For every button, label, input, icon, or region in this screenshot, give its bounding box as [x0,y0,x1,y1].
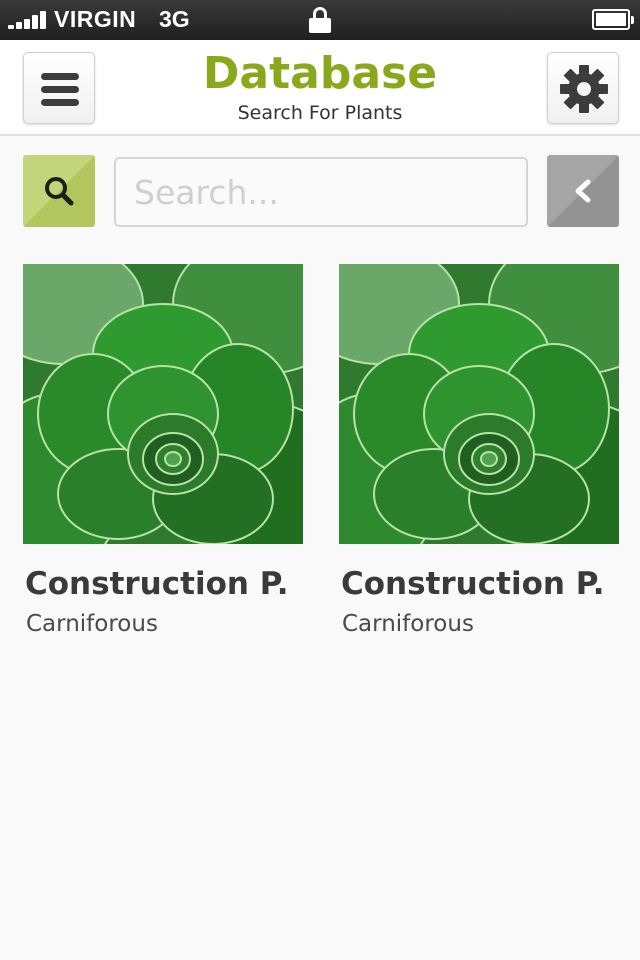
network-label: 3G [159,6,190,32]
page-subtitle: Search For Plants [237,102,403,124]
carrier-label: VIRGIN [54,6,137,32]
plant-card[interactable]: Construction P. Carniforous [23,264,303,644]
plant-type: Carniforous [342,611,474,637]
app-header: Database Search For Plants [0,40,640,136]
search-input[interactable] [114,157,528,227]
plant-name: Construction P. [341,566,605,602]
plant-card[interactable]: Construction P. Carniforous [339,264,619,644]
search-button[interactable] [23,155,95,227]
chevron-left-icon [575,179,591,203]
page-title: Database [202,48,438,99]
gear-icon [560,65,608,113]
signal-icon [8,11,48,29]
plant-image [23,264,303,544]
back-button[interactable] [547,155,619,227]
plant-type: Carniforous [26,611,158,637]
plant-name: Construction P. [25,566,289,602]
status-bar: VIRGIN 3G [0,0,640,40]
magnifier-icon [45,177,74,206]
battery-icon [592,9,634,30]
settings-button[interactable] [547,52,619,124]
plant-image [339,264,619,544]
lock-icon [309,7,331,33]
